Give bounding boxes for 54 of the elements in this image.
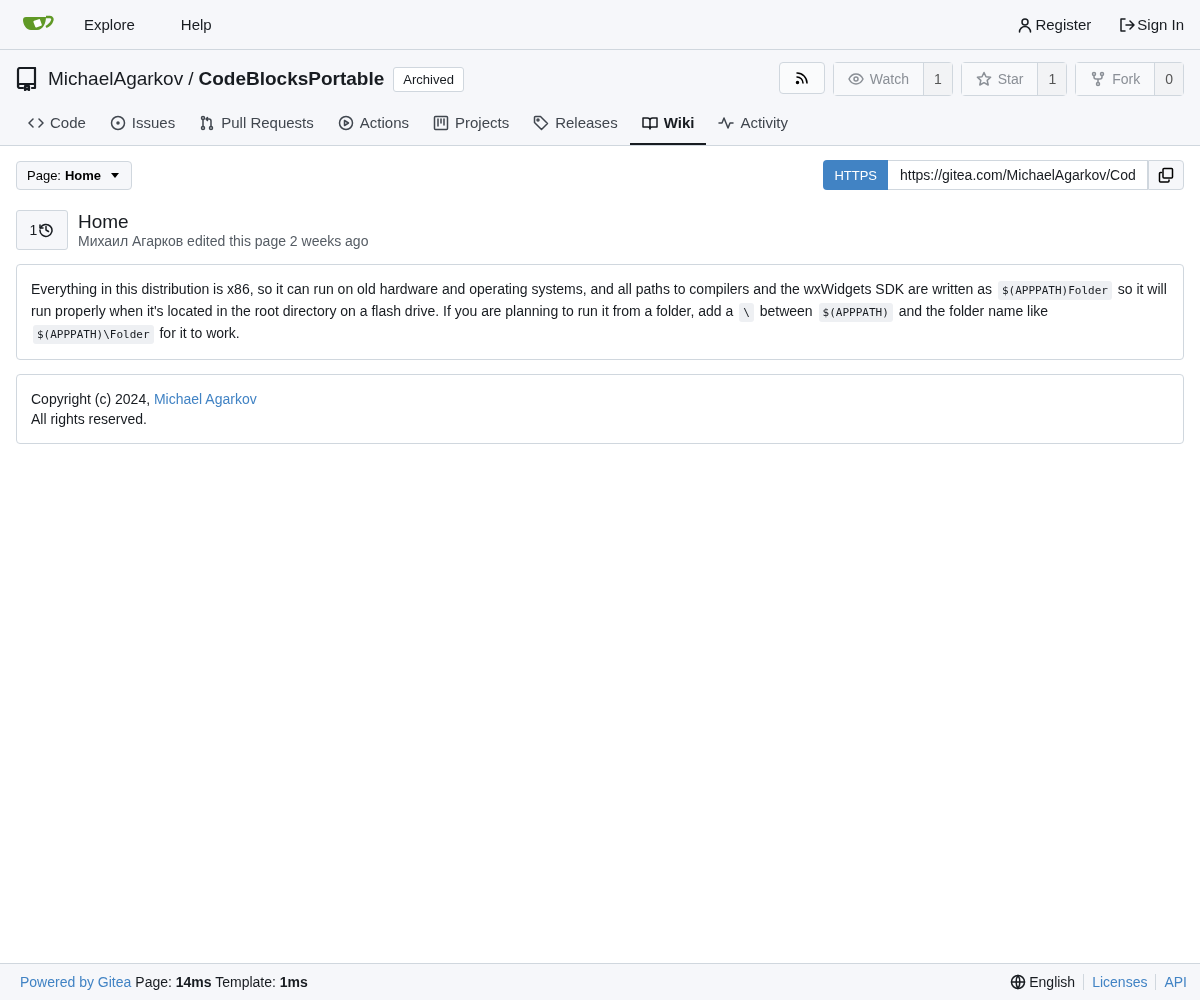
copy-icon <box>1158 167 1174 183</box>
fork-count[interactable]: 0 <box>1154 63 1183 95</box>
wiki-content: Everything in this distribution is x86, so it can run on old hardware and operating systems, and all paths to compilers and the wxWidgets SDK are written as $(APPPATH)Folder so it will run properly when it's located in the root directory on a flash drive. If you are planning to run it from a folder, add a \ between $(APPPATH) and the folder name like $(APPPATH)\Folder for it to work. <box>16 264 1184 360</box>
path-separator: / <box>188 68 194 90</box>
nav-link[interactable]: Explore <box>84 16 157 33</box>
tag-icon <box>533 114 550 131</box>
repo-tab[interactable]: Issues <box>97 106 188 145</box>
footer-link[interactable]: Licenses <box>1083 974 1156 990</box>
repo-tab[interactable]: Actions <box>325 106 421 145</box>
clone-url-field[interactable]: https://gitea.com/MichaelAgarkov/Cod <box>888 160 1148 190</box>
sign-in-link[interactable]: Sign In <box>1119 16 1184 33</box>
repo-owner-link[interactable]: MichaelAgarkov <box>48 68 184 90</box>
register-link[interactable]: Register <box>1017 16 1092 33</box>
pulse-icon <box>718 114 735 131</box>
repo-tab[interactable]: Projects <box>421 106 522 145</box>
circle-dot-icon <box>109 114 126 131</box>
powered-by-link[interactable]: Powered by Gitea <box>20 974 132 990</box>
repo-tab[interactable]: Wiki <box>629 106 707 145</box>
archived-label: Archived <box>393 66 464 92</box>
page-dropdown[interactable]: Page: Home <box>16 160 133 190</box>
book-icon <box>641 114 658 131</box>
person-icon <box>1017 16 1034 33</box>
revisions-button[interactable]: 1 <box>16 210 68 250</box>
language-menu[interactable]: English <box>1010 974 1084 990</box>
pull-request-icon <box>199 114 216 131</box>
nav-link[interactable]: Help <box>180 16 234 33</box>
fork-icon <box>1090 71 1107 87</box>
timing-text: Page: 14ms Template: 1ms <box>135 974 308 990</box>
copy-button[interactable] <box>1148 160 1184 190</box>
footer-link[interactable]: API <box>1155 974 1187 990</box>
star-icon <box>975 71 992 87</box>
author-link[interactable]: Michael Agarkov <box>153 391 257 407</box>
page-title: Home <box>78 211 130 233</box>
rss-icon <box>793 70 810 86</box>
edit-info: Михаил Агарков edited this page 2 weeks ago <box>78 233 369 249</box>
rights-text: All rights reserved. <box>31 410 148 429</box>
copyright-text: Copyright (c) 2024, <box>31 391 151 407</box>
caret-icon <box>111 172 120 178</box>
repo-tab[interactable]: Code <box>16 106 98 145</box>
history-icon <box>38 222 55 238</box>
globe-icon <box>1010 974 1027 990</box>
eye-icon <box>847 71 864 87</box>
rss-button[interactable] <box>778 62 825 94</box>
repo-icon <box>16 67 38 91</box>
star-count[interactable]: 1 <box>1037 63 1067 95</box>
sign-in-icon <box>1119 16 1136 33</box>
watch-count[interactable]: 1 <box>922 63 952 95</box>
repo-tab[interactable]: Activity <box>706 106 800 145</box>
https-button[interactable]: HTTPS <box>823 160 888 190</box>
repo-name-link[interactable]: CodeBlocksPortable <box>198 68 385 90</box>
play-icon <box>337 114 354 131</box>
repo-tab[interactable]: Pull Requests <box>187 106 326 145</box>
board-icon <box>433 114 449 131</box>
repo-tab[interactable]: Releases <box>521 106 630 145</box>
